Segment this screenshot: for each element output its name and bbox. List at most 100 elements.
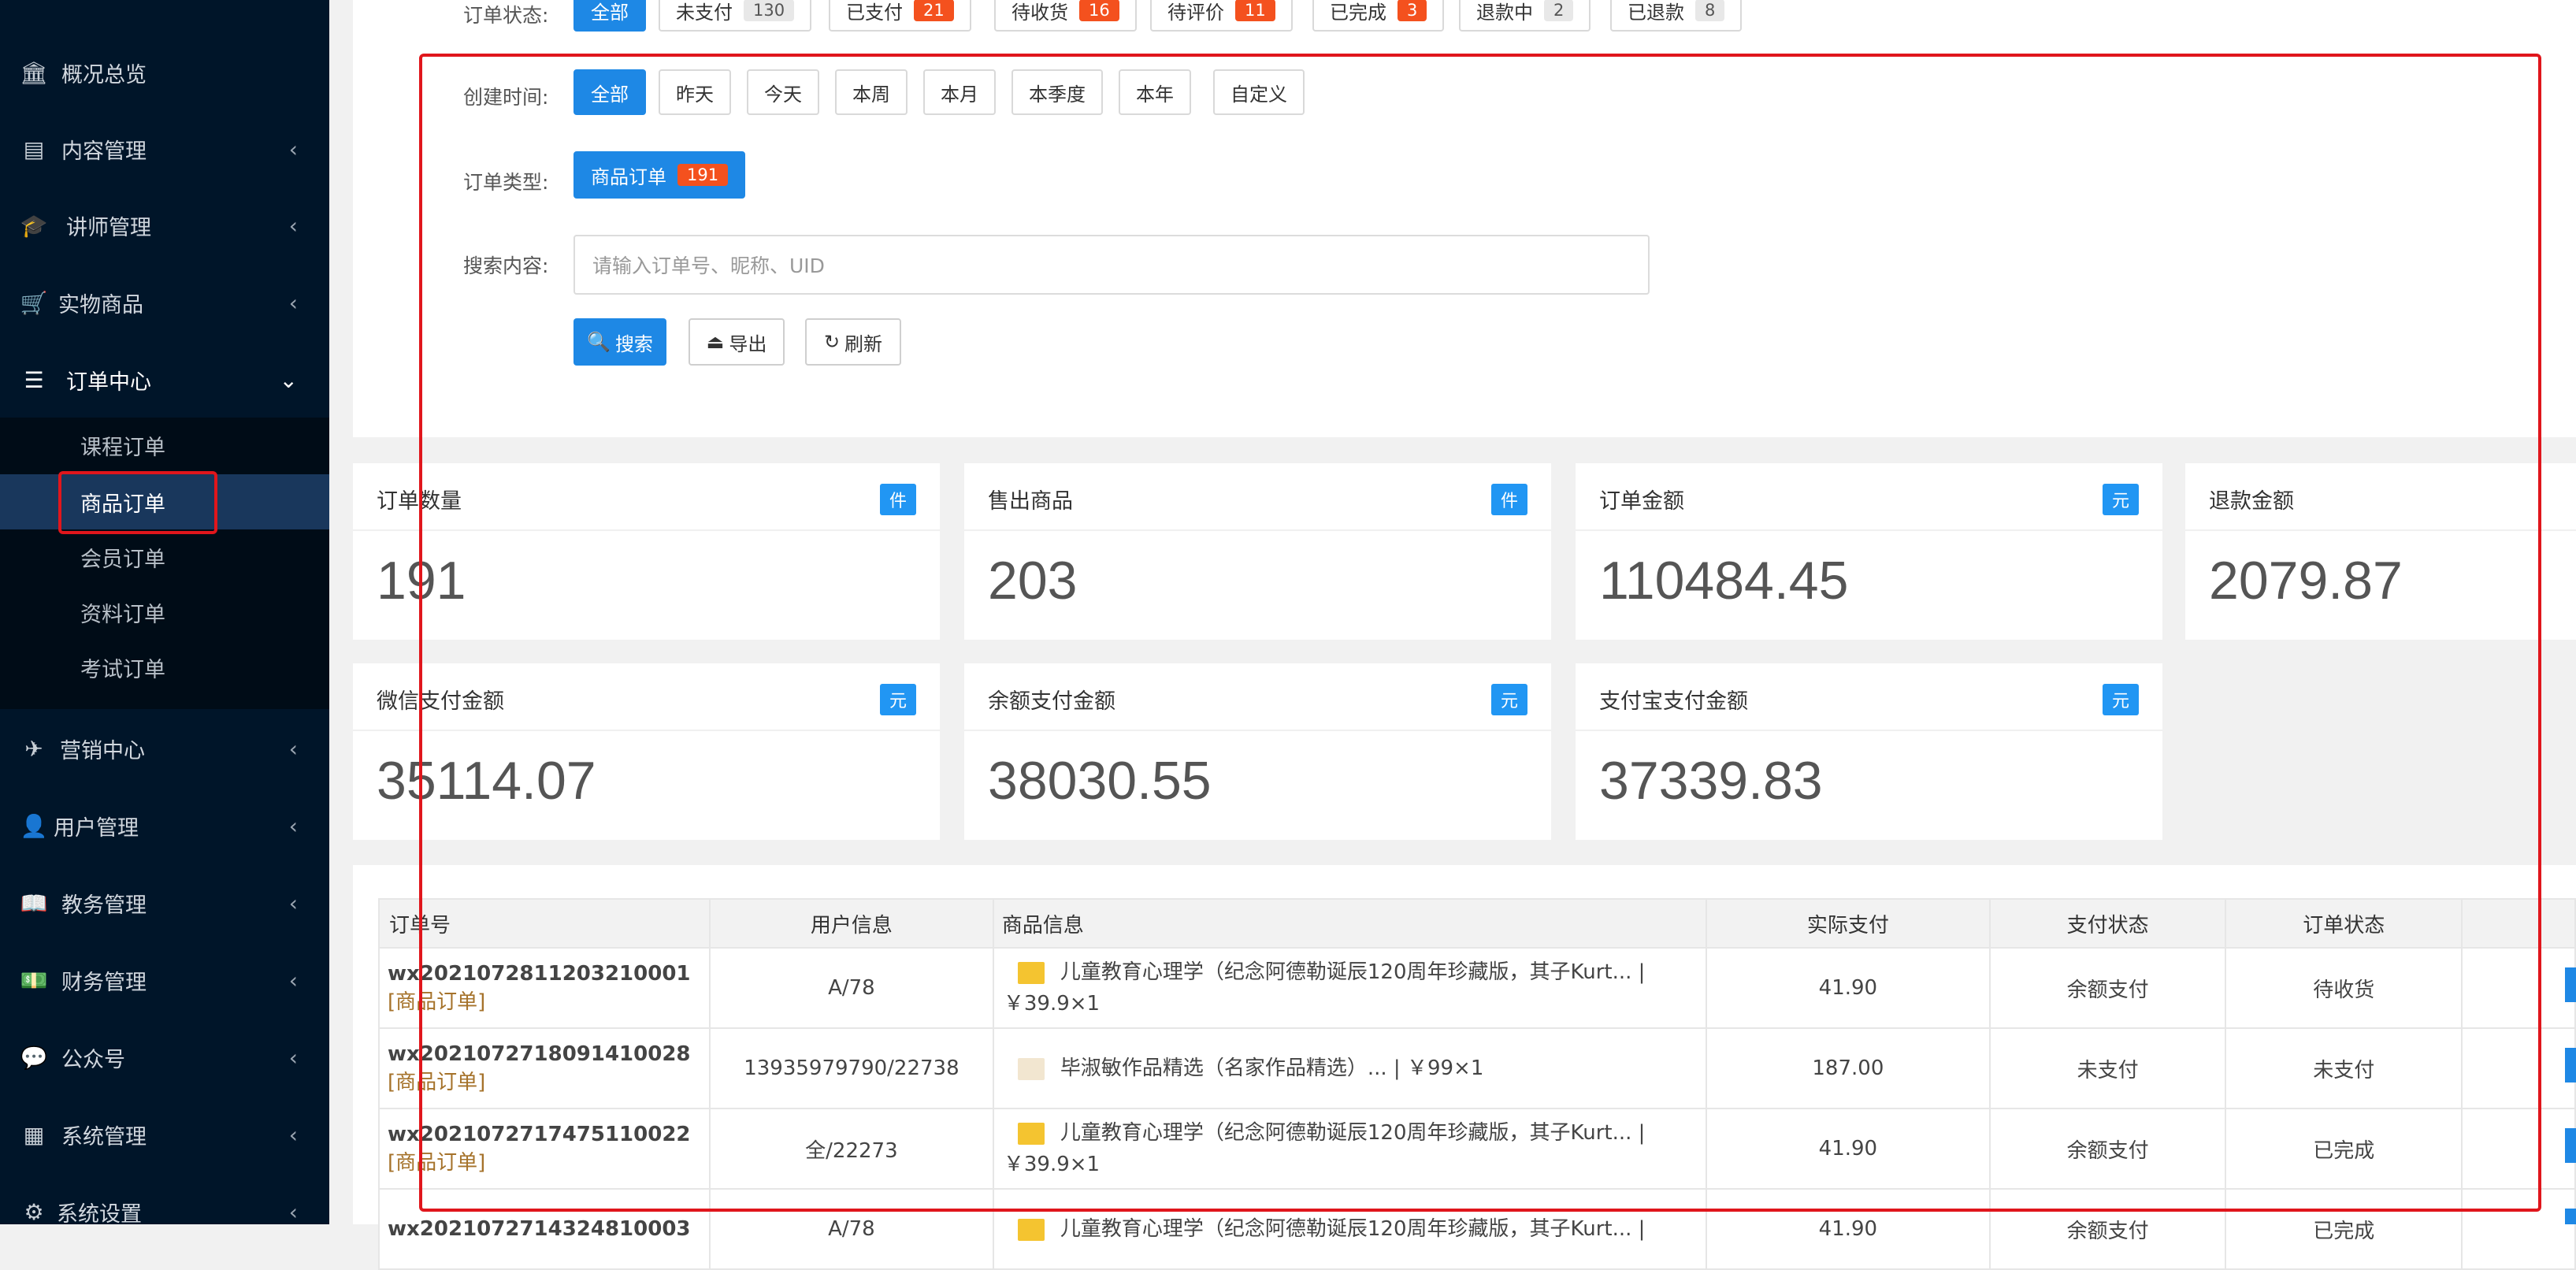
time-filter-yesterday[interactable]: 昨天 bbox=[659, 69, 731, 115]
status-filter-refunding[interactable]: 退款中 2 bbox=[1459, 0, 1591, 32]
paid-amount: 41.90 bbox=[1706, 1188, 1991, 1270]
actions-cell bbox=[2461, 947, 2576, 1029]
sidebar-item-users[interactable]: 👤 用户管理 ‹ bbox=[0, 788, 329, 863]
sidebar-item-settings[interactable]: ⚙ 系统设置 ‹ bbox=[0, 1174, 329, 1250]
money-icon: 💵 bbox=[20, 967, 48, 993]
order-status: 已完成 bbox=[2225, 1108, 2463, 1190]
stat-title: 售出商品 bbox=[988, 489, 1073, 514]
sidebar-subitem-member-orders[interactable]: 会员订单 bbox=[0, 529, 329, 585]
order-number: wx2021072811203210001 bbox=[388, 962, 691, 986]
count-badge: 21 bbox=[914, 0, 954, 21]
chevron-left-icon: ‹ bbox=[288, 136, 298, 162]
sidebar-item-official-account[interactable]: 💬 公众号 ‹ bbox=[0, 1019, 329, 1095]
order-number-cell: wx2021072714324810003 bbox=[378, 1188, 711, 1270]
order-number-cell: wx2021072811203210001 [商品订单] bbox=[378, 947, 711, 1029]
sidebar-item-label: 订单中心 bbox=[66, 369, 151, 395]
sidebar-item-lecturer[interactable]: 🎓 讲师管理 ‹ bbox=[0, 188, 329, 263]
column-header: 实际支付 bbox=[1706, 898, 1991, 949]
pill-label: 待评价 bbox=[1167, 1, 1224, 24]
unit-badge: 元 bbox=[2102, 684, 2139, 715]
row-action-button[interactable] bbox=[2565, 1209, 2576, 1224]
time-filter-this-month[interactable]: 本月 bbox=[923, 69, 996, 115]
time-filter-today[interactable]: 今天 bbox=[747, 69, 819, 115]
status-filter-to-receive[interactable]: 待收货 16 bbox=[994, 0, 1137, 32]
pay-status: 余额支付 bbox=[1988, 1108, 2227, 1190]
unit-badge: 元 bbox=[2102, 484, 2139, 515]
status-filter-unpaid[interactable]: 未支付 130 bbox=[659, 0, 812, 32]
time-filter-label: 创建时间: bbox=[463, 86, 549, 109]
chevron-down-icon: ⌄ bbox=[279, 366, 298, 393]
sidebar-subitem-goods-orders[interactable]: 商品订单 bbox=[0, 474, 329, 529]
time-filter-all[interactable]: 全部 bbox=[573, 69, 646, 115]
count-badge: 3 bbox=[1397, 0, 1427, 21]
user-info: 全/22273 bbox=[708, 1108, 994, 1190]
type-filter-label: 订单类型: bbox=[463, 171, 549, 194]
stat-value: 191 bbox=[377, 551, 466, 611]
status-filter-all[interactable]: 全部 bbox=[573, 0, 646, 32]
goods-name: 儿童教育心理学（纪念阿德勒诞辰120周年珍藏版，其子Kurt... | bbox=[1060, 960, 1646, 984]
sidebar-item-system[interactable]: ▦ 系统管理 ‹ bbox=[0, 1097, 329, 1172]
divider bbox=[2185, 529, 2576, 531]
table-row[interactable]: wx2021072717475110022 [商品订单] 全/22273 儿童教育… bbox=[378, 1108, 2576, 1190]
sidebar-item-finance[interactable]: 💵 财务管理 ‹ bbox=[0, 942, 329, 1018]
pill-label: 退款中 bbox=[1476, 1, 1533, 24]
time-filter-this-quarter[interactable]: 本季度 bbox=[1011, 69, 1103, 115]
status-filter-completed[interactable]: 已完成 3 bbox=[1312, 0, 1445, 32]
grid-icon: ▦ bbox=[23, 1121, 45, 1148]
search-input[interactable]: 请输入订单号、昵称、UID bbox=[573, 235, 1650, 295]
sidebar-item-label: 财务管理 bbox=[61, 970, 147, 995]
type-filter-goods-order[interactable]: 商品订单 191 bbox=[573, 151, 746, 199]
table-row[interactable]: wx2021072718091410028 [商品订单] 13935979790/… bbox=[378, 1027, 2576, 1109]
row-action-button[interactable] bbox=[2565, 1128, 2576, 1163]
stat-card-refund-amount: 退款金额 2079.87 bbox=[2185, 463, 2576, 640]
paper-plane-icon: ✈ bbox=[24, 735, 43, 762]
stat-value: 37339.83 bbox=[1599, 751, 1823, 811]
search-icon: 🔍 bbox=[587, 331, 611, 353]
row-action-button[interactable] bbox=[2565, 967, 2576, 1002]
pill-label: 待收货 bbox=[1011, 1, 1068, 24]
goods-info: 儿童教育心理学（纪念阿德勒诞辰120周年珍藏版，其子Kurt... | ￥39.9… bbox=[992, 947, 1708, 1029]
goods-thumbnail bbox=[1017, 961, 1045, 984]
stat-value: 35114.07 bbox=[377, 751, 596, 811]
divider bbox=[1576, 529, 2162, 531]
stat-value: 2079.87 bbox=[2209, 551, 2403, 611]
export-button-label: 导出 bbox=[729, 332, 767, 355]
user-info: A/78 bbox=[708, 947, 994, 1029]
sidebar-subitem-exam-orders[interactable]: 考试订单 bbox=[0, 640, 329, 695]
cart-icon: 🛒 bbox=[20, 289, 48, 316]
paid-amount: 41.90 bbox=[1706, 1108, 1991, 1190]
sidebar-item-goods[interactable]: 🛒 实物商品 ‹ bbox=[0, 265, 329, 340]
time-filter-custom[interactable]: 自定义 bbox=[1213, 69, 1305, 115]
row-action-button[interactable] bbox=[2565, 1048, 2576, 1082]
refresh-button[interactable]: ↻ 刷新 bbox=[805, 318, 901, 366]
goods-price: ￥39.9×1 bbox=[1003, 992, 1101, 1016]
pay-status: 未支付 bbox=[1988, 1027, 2227, 1109]
status-filter-refunded[interactable]: 已退款 8 bbox=[1610, 0, 1743, 32]
gear-icon: ⚙ bbox=[24, 1198, 44, 1225]
count-badge: 2 bbox=[1544, 0, 1574, 21]
unit-badge: 元 bbox=[879, 684, 916, 715]
status-filter-paid[interactable]: 已支付 21 bbox=[829, 0, 971, 32]
table-header-row: 订单号 用户信息 商品信息 实际支付 支付状态 订单状态 bbox=[378, 898, 2576, 949]
sidebar-item-academic[interactable]: 📖 教务管理 ‹ bbox=[0, 865, 329, 941]
sidebar-subitem-course-orders[interactable]: 课程订单 bbox=[0, 418, 329, 473]
time-filter-this-year[interactable]: 本年 bbox=[1119, 69, 1191, 115]
time-filter-this-week[interactable]: 本周 bbox=[835, 69, 908, 115]
sidebar-subitem-material-orders[interactable]: 资料订单 bbox=[0, 585, 329, 640]
table-row[interactable]: wx2021072714324810003 A/78 儿童教育心理学（纪念阿德勒… bbox=[378, 1188, 2576, 1270]
order-number: wx2021072718091410028 bbox=[388, 1042, 691, 1066]
divider bbox=[1576, 730, 2162, 731]
status-filter-to-review[interactable]: 待评价 11 bbox=[1150, 0, 1293, 32]
table-row[interactable]: wx2021072811203210001 [商品订单] A/78 儿童教育心理学… bbox=[378, 947, 2576, 1029]
chevron-left-icon: ‹ bbox=[288, 967, 298, 993]
sidebar-item-label: 讲师管理 bbox=[66, 215, 151, 240]
graduation-cap-icon: 🎓 bbox=[20, 212, 48, 239]
sidebar-item-overview[interactable]: 🏛 概况总览 bbox=[0, 35, 329, 110]
sidebar-item-orders[interactable]: ☰ 订单中心 ⌄ bbox=[0, 342, 329, 418]
search-button[interactable]: 🔍 搜索 bbox=[573, 318, 666, 366]
sidebar-item-content[interactable]: ▤ 内容管理 ‹ bbox=[0, 111, 329, 187]
paid-amount: 41.90 bbox=[1706, 947, 1991, 1029]
sidebar-item-marketing[interactable]: ✈ 营销中心 ‹ bbox=[0, 711, 329, 786]
export-button[interactable]: ⏏ 导出 bbox=[689, 318, 785, 366]
count-badge: 11 bbox=[1235, 0, 1275, 21]
